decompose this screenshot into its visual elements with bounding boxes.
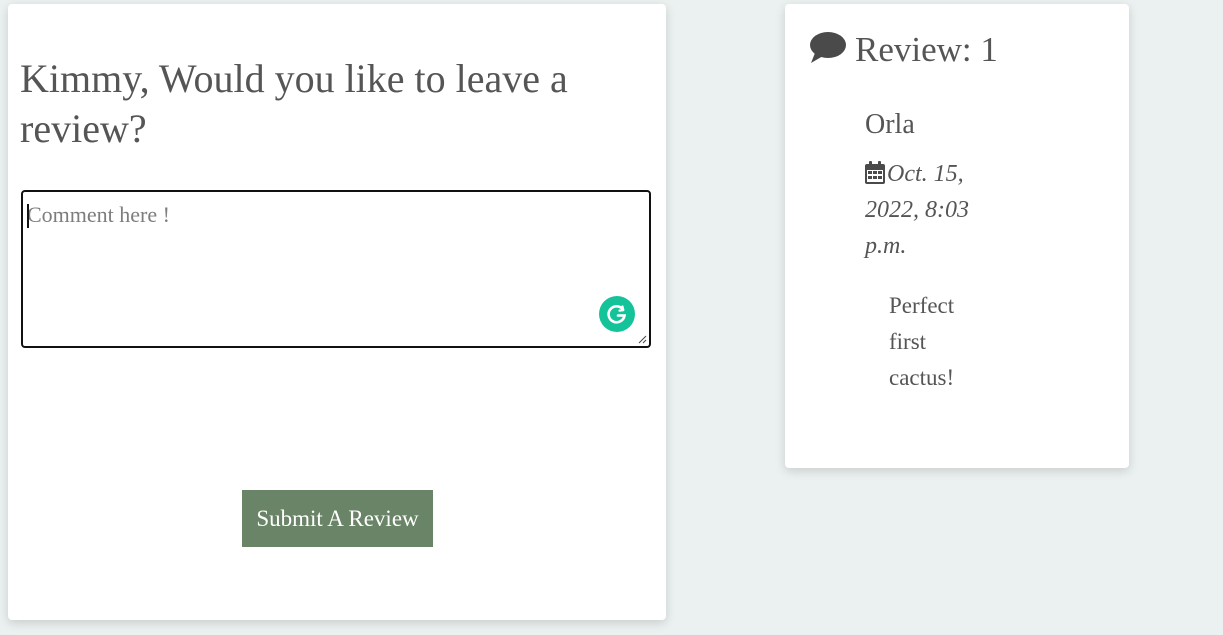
grammarly-icon[interactable] [599,296,635,332]
submit-review-button[interactable]: Submit A Review [242,490,433,547]
resize-handle[interactable] [637,334,647,344]
review-form-heading: Kimmy, Would you like to leave a review? [20,56,568,151]
comment-icon [810,32,846,63]
comment-input[interactable] [23,192,649,346]
comment-field-wrapper [21,190,651,348]
reviews-card: Review: 1 Orla Oct. 15, 2022, 8:03 p.m. … [785,4,1129,468]
review-form-card: Kimmy, Would you like to leave a review?… [8,4,666,620]
review-author: Orla [865,109,915,140]
review-body: Perfect first cactus! [889,293,955,390]
review-count-label: Review: 1 [855,30,998,69]
text-caret [27,204,29,228]
grammarly-g-icon [607,305,627,324]
calendar-icon [865,161,885,184]
review-count-title: Review: 1 [809,28,998,72]
review-date: Oct. 15, 2022, 8:03 p.m. [865,156,995,264]
